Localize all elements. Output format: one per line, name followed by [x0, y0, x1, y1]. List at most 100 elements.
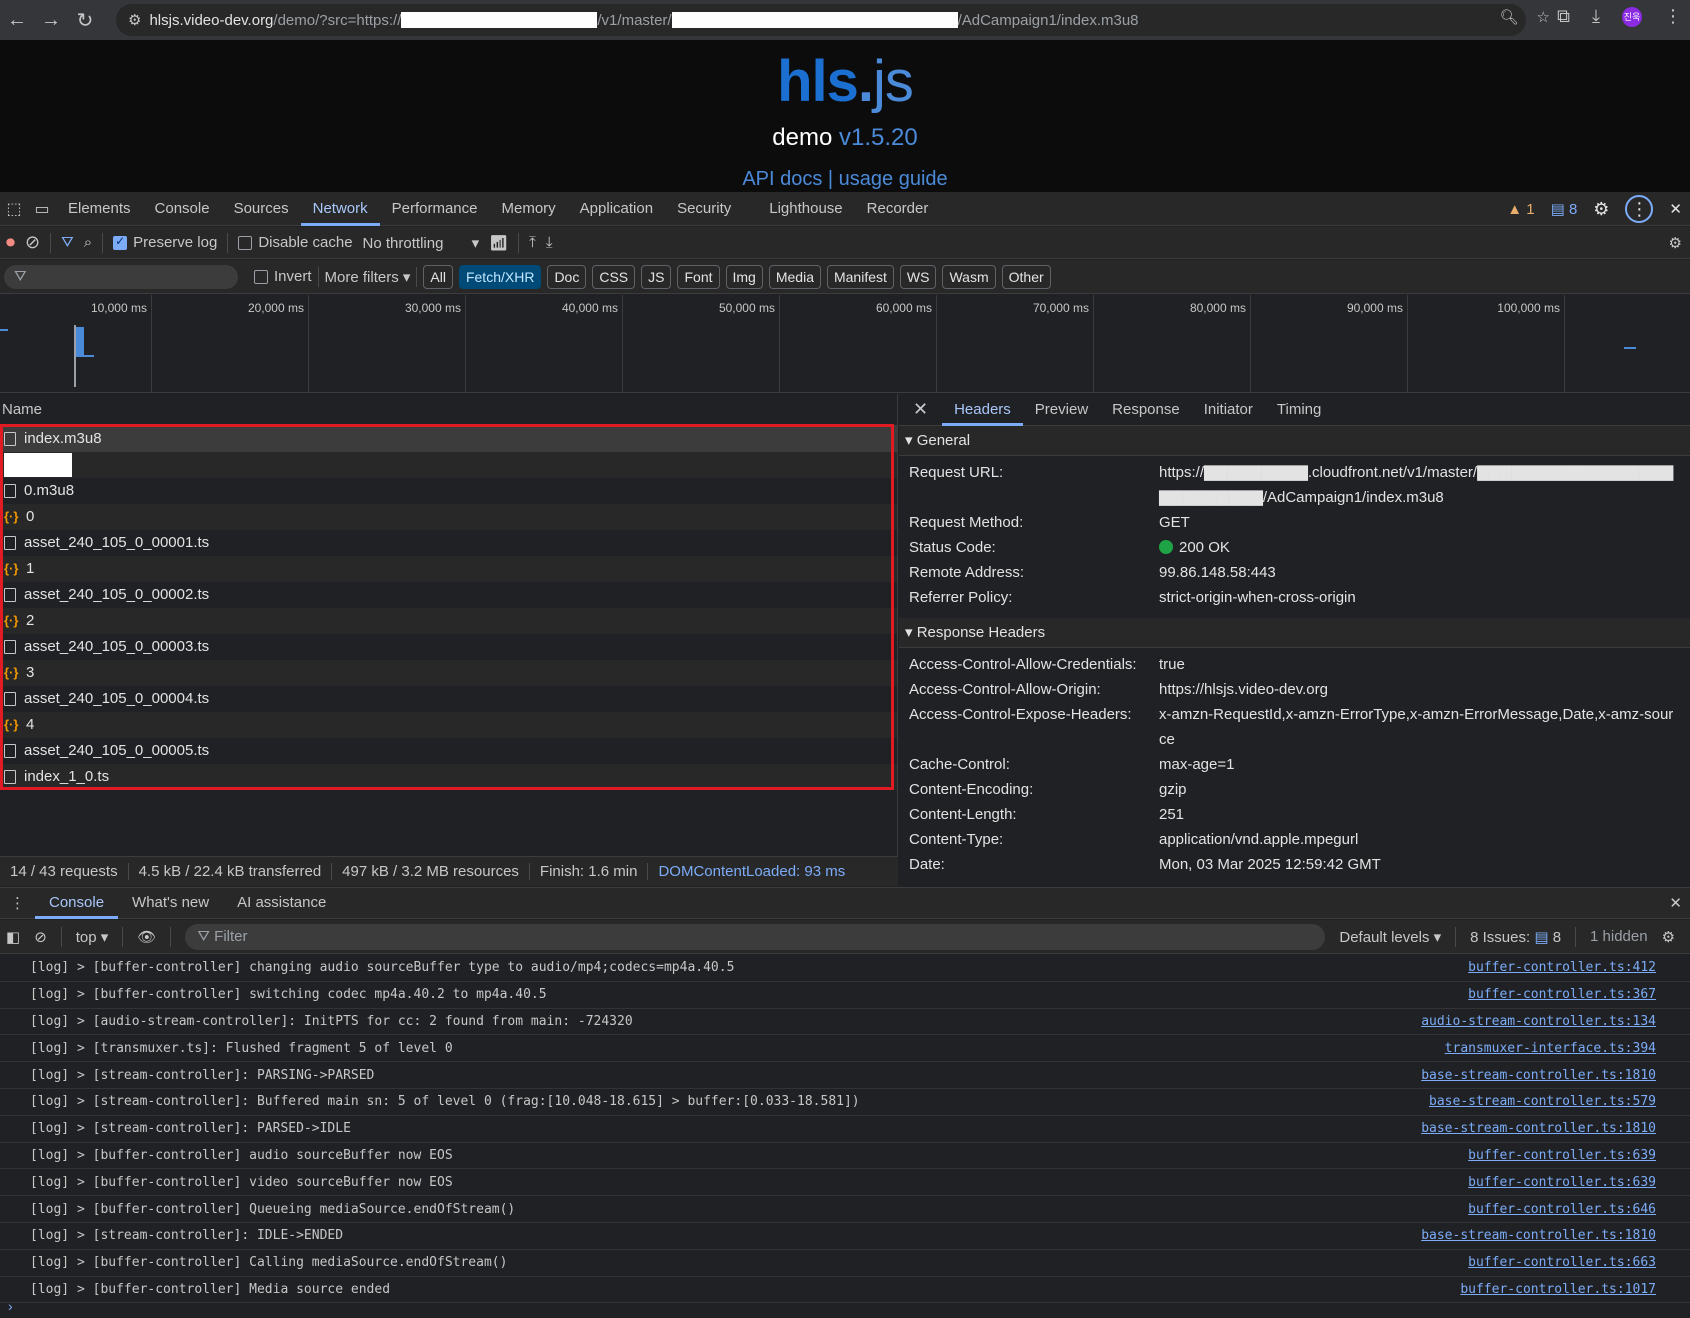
console-prompt[interactable]: ›	[8, 1298, 13, 1314]
log-source-link[interactable]: buffer-controller.ts:646	[1468, 1202, 1656, 1217]
tab-network[interactable]: Network	[300, 192, 380, 226]
warning-count[interactable]: ▲ 1	[1507, 201, 1534, 218]
log-source-link[interactable]: buffer-controller.ts:367	[1468, 987, 1656, 1002]
throttling-select[interactable]: No throttling ▾	[363, 234, 480, 252]
filter-chip-img[interactable]: Img	[725, 264, 763, 289]
details-tab-headers[interactable]: Headers	[942, 394, 1023, 426]
filter-chip-ws[interactable]: WS	[899, 264, 937, 289]
tab-memory[interactable]: Memory	[490, 192, 568, 226]
clear-console-icon[interactable]: ⊘	[34, 928, 47, 946]
tab-application[interactable]: Application	[568, 192, 665, 226]
request-row[interactable]: index.m3u8	[0, 426, 897, 452]
request-row[interactable]: {·} 1	[0, 556, 897, 582]
disable-cache-checkbox[interactable]: Disable cache	[238, 234, 353, 251]
filter-input[interactable]: ⛛	[4, 264, 238, 289]
tab-performance[interactable]: Performance	[380, 192, 490, 226]
more-options-icon[interactable]: ⋮	[1625, 195, 1654, 223]
close-details-icon[interactable]: ✕	[899, 399, 942, 420]
sidebar-toggle-icon[interactable]: ◧	[6, 928, 20, 946]
filter-chip-js[interactable]: JS	[641, 264, 672, 289]
log-source-link[interactable]: buffer-controller.ts:639	[1468, 1148, 1656, 1163]
console-filter-input[interactable]: ⛛ Filter	[185, 923, 1326, 950]
checkbox-icon[interactable]	[238, 236, 253, 251]
bookmark-star-icon[interactable]: ☆	[1537, 8, 1550, 26]
network-settings-icon[interactable]: ⚙	[1669, 234, 1682, 252]
request-row[interactable]: asset_240_105_0_00004.ts	[0, 686, 897, 712]
log-source-link[interactable]: base-stream-controller.ts:1810	[1421, 1228, 1656, 1243]
network-conditions-icon[interactable]: 📶︎	[489, 234, 508, 252]
log-source-link[interactable]: buffer-controller.ts:639	[1468, 1175, 1656, 1190]
live-expression-eye-icon[interactable]: 👁︎	[137, 928, 156, 946]
menu-icon[interactable]: ⋮	[1664, 6, 1682, 27]
inspect-element-icon[interactable]: ⬚	[0, 192, 28, 226]
reload-icon[interactable]: ↻	[68, 3, 102, 37]
extensions-icon[interactable]: ⧉	[1557, 6, 1570, 27]
more-filters-dropdown[interactable]: More filters ▾	[325, 268, 411, 286]
column-header-name[interactable]: Name	[0, 394, 897, 426]
settings-icon[interactable]: ⚙	[1593, 199, 1609, 220]
filter-chip-all[interactable]: All	[423, 264, 453, 289]
log-source-link[interactable]: transmuxer-interface.ts:394	[1445, 1041, 1656, 1056]
log-source-link[interactable]: base-stream-controller.ts:1810	[1421, 1068, 1656, 1083]
general-section-header[interactable]: ▾ General	[899, 426, 1690, 456]
request-row[interactable]	[0, 452, 897, 478]
record-stop-icon[interactable]: ⏺	[6, 232, 15, 253]
drawer-tab-ai-assistance[interactable]: AI assistance	[223, 887, 340, 919]
request-row[interactable]: 0.m3u8	[0, 478, 897, 504]
clear-icon[interactable]: ⊘	[25, 232, 40, 253]
response-headers-section-header[interactable]: ▾ Response Headers	[899, 618, 1690, 648]
details-tab-preview[interactable]: Preview	[1023, 394, 1100, 426]
log-source-link[interactable]: buffer-controller.ts:1017	[1460, 1282, 1656, 1297]
request-row[interactable]: index_1_0.ts	[0, 764, 897, 790]
avatar[interactable]: 진욱	[1622, 6, 1642, 27]
checkbox-checked-icon[interactable]	[113, 234, 128, 251]
close-drawer-icon[interactable]: ✕	[1669, 894, 1682, 912]
tab-console[interactable]: Console	[143, 192, 222, 226]
details-tab-initiator[interactable]: Initiator	[1192, 394, 1265, 426]
context-selector[interactable]: top ▾	[76, 928, 109, 946]
tab-lighthouse[interactable]: Lighthouse	[757, 192, 854, 226]
download-icon[interactable]: ⤓	[1592, 6, 1600, 27]
log-source-link[interactable]: base-stream-controller.ts:579	[1429, 1094, 1656, 1109]
log-source-link[interactable]: buffer-controller.ts:412	[1468, 960, 1656, 975]
filter-chip-media[interactable]: Media	[768, 264, 821, 289]
console-settings-icon[interactable]: ⚙	[1662, 928, 1675, 946]
zoom-icon[interactable]: 🔍︎	[1500, 8, 1519, 26]
drawer-tab-what-s-new[interactable]: What's new	[118, 887, 223, 919]
drawer-tab-console[interactable]: Console	[35, 887, 119, 919]
filter-chip-wasm[interactable]: Wasm	[942, 264, 996, 289]
request-row[interactable]: {·} 2	[0, 608, 897, 634]
invert-checkbox[interactable]: Invert	[254, 268, 312, 285]
filter-chip-doc[interactable]: Doc	[547, 264, 587, 289]
log-levels-dropdown[interactable]: Default levels ▾	[1339, 928, 1441, 946]
tab-elements[interactable]: Elements	[56, 192, 143, 226]
back-icon[interactable]: ←	[0, 3, 34, 37]
device-toolbar-icon[interactable]: ▭	[28, 192, 56, 226]
import-har-icon[interactable]: ⤒	[529, 234, 536, 251]
tab-security[interactable]: Security	[665, 192, 743, 226]
request-row[interactable]: {·} 4	[0, 712, 897, 738]
request-row[interactable]: asset_240_105_0_00002.ts	[0, 582, 897, 608]
message-count[interactable]: ▤ 8	[1551, 200, 1578, 218]
request-row[interactable]: asset_240_105_0_00005.ts	[0, 738, 897, 764]
details-tab-response[interactable]: Response	[1100, 394, 1192, 426]
filter-funnel-icon[interactable]: ⛛	[61, 234, 74, 251]
drawer-menu-icon[interactable]: ⋮	[0, 894, 35, 912]
details-tab-timing[interactable]: Timing	[1265, 394, 1333, 426]
filter-chip-manifest[interactable]: Manifest	[826, 264, 894, 289]
log-source-link[interactable]: base-stream-controller.ts:1810	[1421, 1121, 1656, 1136]
filter-chip-css[interactable]: CSS	[592, 264, 636, 289]
checkbox-icon[interactable]	[254, 270, 268, 285]
tab-sources[interactable]: Sources	[222, 192, 301, 226]
filter-chip-fetch-xhr[interactable]: Fetch/XHR	[458, 264, 542, 289]
log-source-link[interactable]: audio-stream-controller.ts:134	[1421, 1014, 1656, 1029]
close-devtools-icon[interactable]: ✕	[1669, 200, 1682, 218]
export-har-icon[interactable]: ⤓	[546, 234, 553, 251]
doc-links[interactable]: API docs | usage guide	[0, 168, 1690, 191]
site-info-icon[interactable]: ⚙	[128, 11, 141, 29]
request-row[interactable]: {·} 3	[0, 660, 897, 686]
request-row[interactable]: {·} 0	[0, 504, 897, 530]
search-icon[interactable]: ⌕	[84, 234, 92, 251]
issues-button[interactable]: 8 Issues: ▤ 8	[1470, 928, 1561, 946]
filter-chip-font[interactable]: Font	[677, 264, 720, 289]
